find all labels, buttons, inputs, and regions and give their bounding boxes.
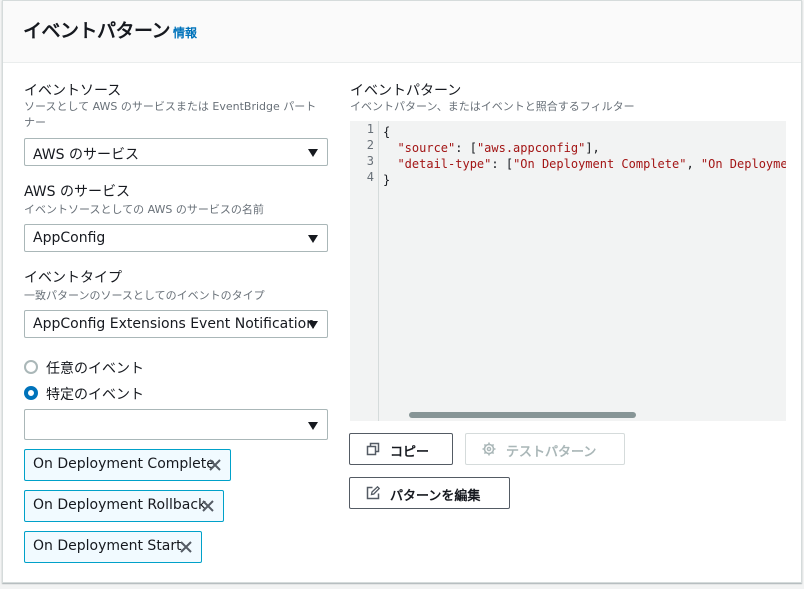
- event-source-value: AWS のサービス: [33, 147, 139, 163]
- event-token-label: On Deployment Rollback: [33, 497, 207, 513]
- code-string: "On Deployment Complete": [513, 157, 687, 171]
- event-pattern-description: イベントパターン、またはイベントと照合するフィルター: [350, 100, 635, 113]
- event-source-label: イベントソース: [24, 83, 122, 99]
- code-area: { "source": ["aws.appconfig"], "detail-t…: [378, 121, 786, 421]
- code-line: "source": ["aws.appconfig"],: [383, 140, 600, 156]
- event-type-value: AppConfig Extensions Event Notification: [33, 316, 316, 332]
- gear-icon: [482, 442, 496, 456]
- radio-checked-icon: [24, 386, 38, 400]
- event-token: On Deployment Complete: [24, 449, 231, 481]
- info-link[interactable]: 情報: [173, 24, 197, 41]
- event-pattern-panel: イベントパターン 情報 イベントソース ソースとして AWS のサービスまたは …: [2, 0, 802, 583]
- copy-button-label: コピー: [390, 445, 430, 460]
- code-token: {: [383, 125, 391, 139]
- caret-down-icon: [308, 149, 318, 157]
- specific-event-select[interactable]: [24, 409, 328, 440]
- close-icon[interactable]: [208, 458, 222, 472]
- page-title: イベントパターン: [23, 20, 171, 42]
- line-number: 3: [366, 154, 374, 168]
- code-token: }: [383, 173, 391, 187]
- line-number: 2: [366, 138, 374, 152]
- code-line: "detail-type": ["On Deployment Complete"…: [383, 156, 786, 172]
- event-type-description: 一致パターンのソースとしてのイベントのタイプ: [24, 289, 265, 302]
- close-icon[interactable]: [179, 540, 193, 554]
- code-token: ,: [686, 157, 701, 171]
- event-token-label: On Deployment Complete: [33, 456, 215, 472]
- test-pattern-button-label: テストパターン: [506, 445, 597, 460]
- code-token: : [: [491, 157, 514, 171]
- edit-icon: [366, 486, 380, 500]
- close-icon[interactable]: [201, 499, 215, 513]
- caret-down-icon: [308, 422, 318, 430]
- event-token: On Deployment Rollback: [24, 490, 224, 522]
- test-pattern-button[interactable]: テストパターン: [465, 433, 625, 465]
- code-string: "On Deployme: [700, 157, 786, 171]
- line-number: 1: [366, 122, 374, 136]
- code-editor[interactable]: 1 2 3 4 { "source": ["aws.appconfig"], "…: [350, 121, 786, 421]
- aws-service-select[interactable]: AppConfig: [24, 224, 328, 252]
- panel-header: イベントパターン 情報: [3, 1, 801, 63]
- caret-down-icon: [308, 321, 318, 329]
- code-token: : [: [455, 141, 477, 155]
- aws-service-label: AWS のサービス: [24, 184, 130, 200]
- event-source-select[interactable]: AWS のサービス: [24, 138, 328, 166]
- horizontal-scrollbar[interactable]: [409, 412, 636, 418]
- event-type-label: イベントタイプ: [24, 270, 122, 286]
- any-event-label: 任意のイベント: [46, 361, 144, 377]
- caret-down-icon: [308, 235, 318, 243]
- radio-unchecked-icon: [24, 360, 38, 374]
- event-type-select[interactable]: AppConfig Extensions Event Notification: [24, 310, 328, 338]
- code-key: "source": [397, 141, 456, 155]
- line-number-gutter: 1 2 3 4: [350, 121, 378, 421]
- edit-pattern-button[interactable]: パターンを編集: [349, 477, 510, 509]
- copy-icon: [366, 442, 380, 456]
- code-line: {: [383, 124, 390, 140]
- edit-pattern-button-label: パターンを編集: [390, 489, 481, 504]
- event-token: On Deployment Start: [24, 531, 202, 563]
- copy-button[interactable]: コピー: [349, 433, 453, 465]
- event-source-description: ソースとして AWS のサービスまたは EventBridge パートナー: [24, 100, 317, 129]
- aws-service-description: イベントソースとしての AWS のサービスの名前: [24, 203, 264, 216]
- line-number: 4: [366, 170, 374, 184]
- code-key: "detail-type": [397, 157, 492, 171]
- code-token: ],: [585, 141, 600, 155]
- specific-event-label: 特定のイベント: [46, 387, 144, 403]
- aws-service-value: AppConfig: [33, 230, 106, 246]
- code-line: }: [383, 172, 390, 188]
- event-pattern-label: イベントパターン: [350, 83, 462, 99]
- code-string: "aws.appconfig": [476, 141, 586, 155]
- event-token-label: On Deployment Start: [33, 538, 182, 554]
